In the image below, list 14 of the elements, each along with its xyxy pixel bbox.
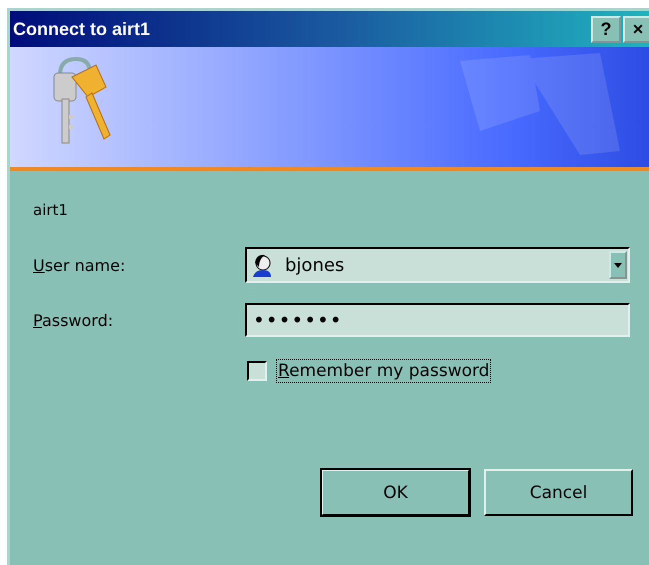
password-field[interactable]: ••••••• — [245, 303, 630, 337]
server-name: airt1 — [33, 201, 69, 219]
title-bar-button[interactable]: ? — [591, 16, 621, 42]
field-label: Password: — [33, 310, 114, 330]
checkbox[interactable] — [247, 361, 267, 381]
field-label: User name: — [33, 256, 126, 274]
window-title: Connect to airt1 — [13, 18, 150, 40]
user-name-combo[interactable]: bjones — [245, 247, 630, 283]
remember-password-label[interactable]: Remember my password — [276, 359, 492, 383]
user-icon — [251, 253, 273, 277]
title-bar-button[interactable]: × — [623, 16, 649, 42]
cancel-button[interactable]: Cancel — [484, 469, 633, 516]
ok-button[interactable]: OK — [321, 469, 470, 516]
user-name-value: bjones — [285, 254, 346, 276]
